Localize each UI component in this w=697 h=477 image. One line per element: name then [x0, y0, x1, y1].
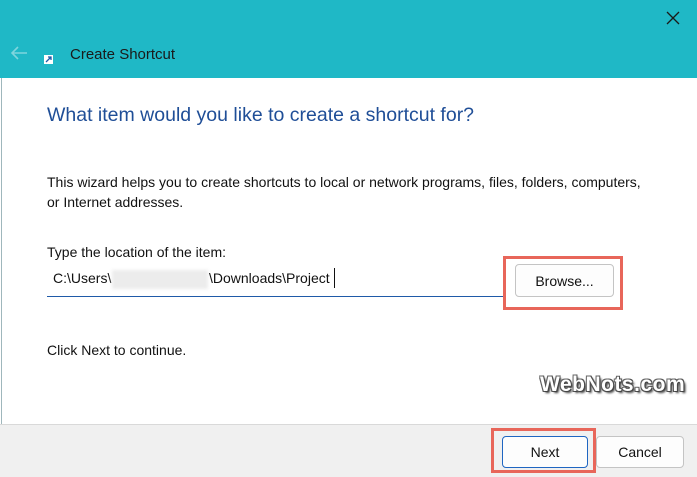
location-label: Type the location of the item: — [47, 244, 226, 260]
page-heading: What item would you like to create a sho… — [47, 104, 475, 126]
watermark-logo: WebNots.com — [540, 373, 686, 396]
text-caret — [334, 268, 335, 288]
next-highlight-box — [491, 428, 596, 473]
wizard-description: This wizard helps you to create shortcut… — [47, 174, 641, 210]
continue-instruction: Click Next to continue. — [47, 342, 187, 358]
back-arrow-icon[interactable] — [8, 44, 30, 62]
shortcut-arrow-icon — [44, 55, 53, 64]
location-prefix: C:\Users\ — [53, 270, 112, 286]
browse-highlight-box — [503, 256, 623, 310]
title-bar: Create Shortcut — [0, 0, 697, 78]
blurred-username — [112, 270, 208, 289]
cancel-button[interactable]: Cancel — [596, 436, 684, 468]
window-title: Create Shortcut — [70, 46, 176, 63]
location-suffix: \Downloads\Project — [209, 270, 330, 286]
close-icon[interactable] — [663, 8, 683, 28]
